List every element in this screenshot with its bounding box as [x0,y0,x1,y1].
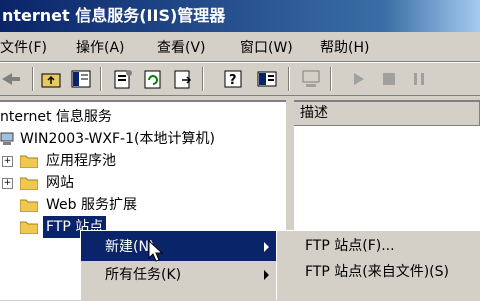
submenu-arrow-icon [264,242,269,252]
show-hide-tree-icon[interactable] [70,68,92,90]
toolbar-separator [330,67,332,91]
submenu-item-ftp-site-from-file[interactable]: FTP 站点(来自文件)(S) [305,259,449,285]
toolbar-separator [100,67,102,91]
stop-icon[interactable] [378,68,400,90]
tree-server-label: WIN2003-WXF-1(本地计算机) [20,131,215,147]
expand-icon[interactable]: + [2,178,13,189]
toolbar-separator [288,67,290,91]
tree-item-label: 应用程序池 [46,153,116,169]
folder-icon [20,221,38,234]
folder-icon [20,177,38,190]
folder-icon [20,155,38,168]
back-arrow-icon[interactable] [0,68,22,90]
folder-icon [20,199,38,212]
export-list-icon[interactable] [172,68,194,90]
mouse-cursor-icon [148,240,164,262]
expand-icon[interactable]: + [2,156,13,167]
menu-window[interactable]: 窗口(W) [240,37,293,57]
submenu: FTP 站点(F)... FTP 站点(来自文件)(S) [276,230,480,300]
menu-action[interactable]: 操作(A) [76,37,125,57]
menu-bar: 文件(F) 操作(A) 查看(V) 窗口(W) 帮助(H) [0,32,480,62]
context-menu-item-label: 所有任务(K) [105,267,182,283]
help-icon[interactable]: ? [222,68,244,90]
menu-view[interactable]: 查看(V) [157,37,206,57]
tree-item-websites[interactable]: + 网站 [0,172,200,194]
menu-help[interactable]: 帮助(H) [320,37,369,57]
toolbar: ? [0,62,480,96]
menu-file[interactable]: 文件(F) [0,37,47,57]
context-menu-overflow [81,289,277,301]
context-menu-item-label: 新建(N) [105,239,155,255]
tree-item-web-service-extensions[interactable]: Web 服务扩展 [0,194,200,216]
tree-item-label: Web 服务扩展 [46,197,137,213]
view-icon[interactable] [256,68,278,90]
play-icon[interactable] [348,68,370,90]
tree-item-app-pools[interactable]: + 应用程序池 [0,150,200,172]
title-bar: nternet 信息服务(IIS)管理器 [0,0,480,32]
tree-root[interactable]: nternet 信息服务 [0,106,112,128]
submenu-arrow-icon [264,270,269,280]
toolbar-separator [202,67,204,91]
column-header-description[interactable]: 描述 [294,102,480,126]
submenu-item-label: FTP 站点(来自文件)(S) [305,264,449,280]
column-header-label: 描述 [300,105,328,121]
up-folder-icon[interactable] [40,68,62,90]
server-icon [0,132,14,145]
context-menu-item-all-tasks[interactable]: 所有任务(K) [81,261,277,289]
refresh-icon[interactable] [142,68,164,90]
properties-icon[interactable] [112,68,134,90]
tree-root-label: nternet 信息服务 [0,109,112,125]
context-menu: 新建(N) 所有任务(K) [80,230,277,301]
tree-item-label: 网站 [46,175,74,191]
window-title: nternet 信息服务(IIS)管理器 [2,6,226,25]
context-menu-item-new[interactable]: 新建(N) [81,233,277,261]
submenu-item-ftp-site[interactable]: FTP 站点(F)... [305,233,395,259]
submenu-item-label: FTP 站点(F)... [305,238,395,254]
computer-icon[interactable] [300,68,322,90]
svg-text:?: ? [229,73,237,88]
toolbar-separator [32,67,34,91]
pause-icon[interactable] [408,68,430,90]
